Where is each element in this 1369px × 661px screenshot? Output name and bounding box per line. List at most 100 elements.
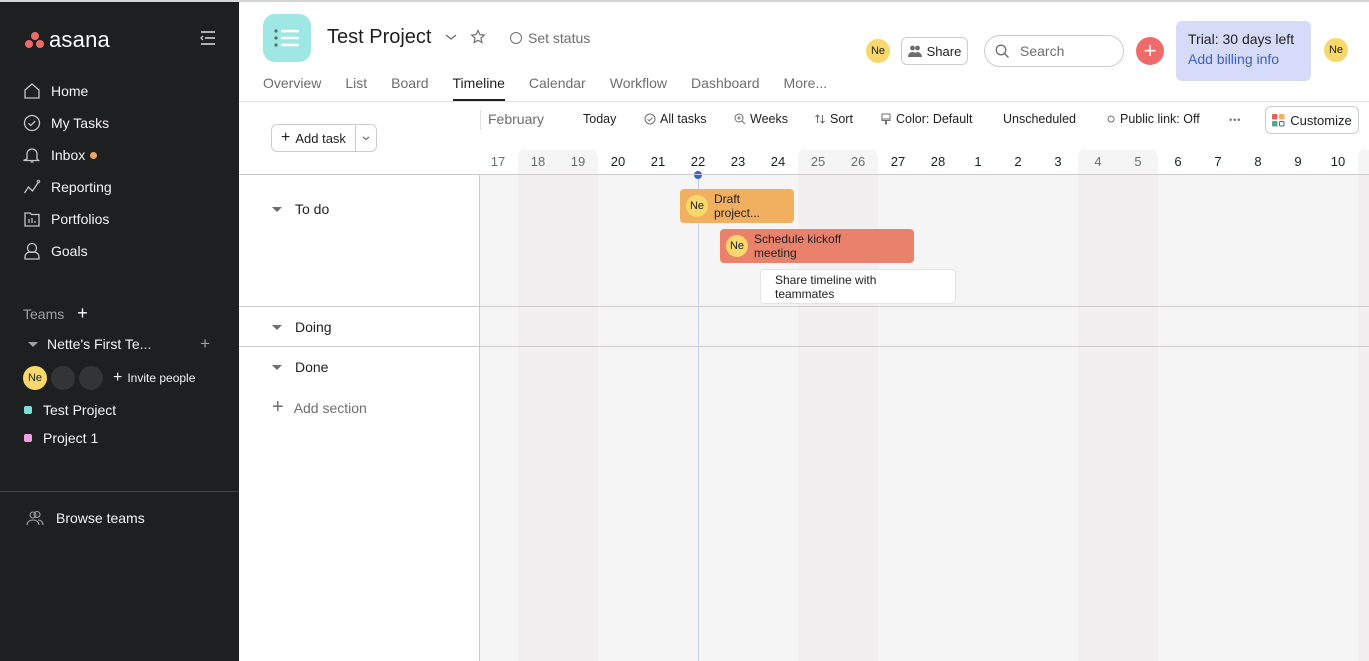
day-label: 27 xyxy=(890,154,906,169)
more-options-icon[interactable]: ••• xyxy=(1229,115,1241,125)
task-name: Schedule kickoff meeting xyxy=(754,232,841,260)
sidebar-project-test-project[interactable]: Test Project xyxy=(24,402,116,418)
trial-banner[interactable]: Trial: 30 days left Add billing info xyxy=(1176,21,1311,81)
sidebar-item-label: Inbox xyxy=(51,147,86,163)
sidebar-item-reporting[interactable]: Reporting xyxy=(0,171,239,203)
day-column: 3 xyxy=(1038,150,1078,661)
collapse-sidebar-icon[interactable] xyxy=(199,30,217,46)
favorite-star-icon[interactable] xyxy=(470,29,486,50)
add-billing-link[interactable]: Add billing info xyxy=(1188,51,1299,67)
team-item[interactable]: Nette's First Te... + xyxy=(28,334,218,354)
collapse-triangle-icon[interactable] xyxy=(28,341,38,347)
header-divider xyxy=(239,101,1369,102)
day-label: 20 xyxy=(610,154,626,169)
avatar-placeholder xyxy=(79,366,103,390)
customize-button[interactable]: Customize xyxy=(1265,106,1359,134)
day-column-body xyxy=(1278,175,1318,661)
timeline-task-bar[interactable]: Ne Schedule kickoff meeting xyxy=(720,229,914,263)
sidebar-item-goals[interactable]: Goals xyxy=(0,235,239,267)
search-input[interactable] xyxy=(1020,43,1110,59)
public-link-button[interactable]: Public link: Off xyxy=(1106,112,1200,126)
add-section-button[interactable]: + Add section xyxy=(272,396,367,419)
assignee-avatar[interactable]: Ne xyxy=(686,195,708,217)
day-column: 27 xyxy=(878,150,918,661)
timeline-task-bar[interactable]: Ne Draft project... xyxy=(680,189,794,223)
tab-more[interactable]: More... xyxy=(784,75,828,101)
add-task-split-button: + Add task xyxy=(271,124,377,152)
day-column-body xyxy=(1318,175,1358,661)
add-team-icon[interactable]: + xyxy=(77,303,88,324)
zoom-weeks-button[interactable]: Weeks xyxy=(734,112,788,126)
day-column-body xyxy=(1038,175,1078,661)
asana-logo[interactable]: asana xyxy=(25,27,110,53)
tab-calendar[interactable]: Calendar xyxy=(529,75,586,101)
quick-add-button[interactable]: + xyxy=(1136,37,1164,65)
add-task-dropdown[interactable] xyxy=(356,125,376,151)
section-title: Done xyxy=(295,359,329,375)
collapse-triangle-icon[interactable] xyxy=(272,364,282,370)
search-box[interactable] xyxy=(984,35,1124,67)
section-done[interactable]: Done xyxy=(272,359,328,375)
today-button[interactable]: Today xyxy=(583,112,616,126)
project-color-icon xyxy=(24,434,32,442)
collapse-triangle-icon[interactable] xyxy=(272,324,282,330)
user-avatar[interactable]: Ne xyxy=(1324,38,1348,62)
timeline-left-divider xyxy=(479,175,480,661)
unscheduled-button[interactable]: Unscheduled xyxy=(1003,112,1076,126)
add-task-button[interactable]: + Add task xyxy=(272,125,356,151)
set-status-label: Set status xyxy=(528,30,591,46)
sidebar-item-home[interactable]: Home xyxy=(0,75,239,107)
tab-list[interactable]: List xyxy=(345,75,367,101)
tab-dashboard[interactable]: Dashboard xyxy=(691,75,760,101)
timeline-task-bar[interactable]: Share timeline with teammates xyxy=(760,269,956,304)
month-separator xyxy=(480,110,481,130)
sidebar-item-label: Reporting xyxy=(51,179,112,195)
plus-icon: + xyxy=(1143,38,1157,63)
color-button[interactable]: Color: Default xyxy=(880,112,972,126)
project-tabs: Overview List Board Timeline Calendar Wo… xyxy=(263,75,851,101)
share-label: Share xyxy=(926,43,962,59)
project-member-avatar[interactable]: Ne xyxy=(866,39,890,63)
zoom-icon xyxy=(734,113,746,125)
sidebar-item-inbox[interactable]: Inbox xyxy=(0,139,239,171)
goals-icon xyxy=(23,242,41,260)
day-column-body xyxy=(480,175,518,661)
task-name-line: teammates xyxy=(775,286,835,301)
tab-overview[interactable]: Overview xyxy=(263,75,321,101)
set-status-button[interactable]: Set status xyxy=(510,30,590,46)
day-label: 9 xyxy=(1294,154,1302,169)
day-label: 6 xyxy=(1174,154,1182,169)
task-name-line: project... xyxy=(714,206,761,220)
sidebar-item-my-tasks[interactable]: My Tasks xyxy=(0,107,239,139)
assignee-avatar[interactable]: Ne xyxy=(726,235,748,257)
avatar[interactable]: Ne xyxy=(23,366,47,390)
status-circle-icon xyxy=(510,32,522,44)
section-to-do[interactable]: To do xyxy=(272,201,329,217)
window-top-border xyxy=(0,0,1369,2)
browse-teams-link[interactable]: Browse teams xyxy=(26,510,145,526)
task-name-line: meeting xyxy=(754,246,797,260)
task-name-line: Schedule kickoff xyxy=(754,232,842,246)
add-task-label: Add task xyxy=(295,130,346,146)
sidebar-item-portfolios[interactable]: Portfolios xyxy=(0,203,239,235)
day-label: 8 xyxy=(1254,154,1262,169)
add-to-team-icon[interactable]: + xyxy=(200,334,210,354)
add-section-label: Add section xyxy=(293,399,367,416)
share-button[interactable]: Share xyxy=(901,37,968,65)
sidebar-project-project-1[interactable]: Project 1 xyxy=(24,430,98,446)
collapse-triangle-icon[interactable] xyxy=(272,206,282,212)
sidebar-item-label: My Tasks xyxy=(51,115,110,131)
tab-workflow[interactable]: Workflow xyxy=(610,75,667,101)
day-column: 21 xyxy=(638,150,678,661)
day-column-body xyxy=(1078,175,1118,661)
section-doing[interactable]: Doing xyxy=(272,319,332,335)
project-icon[interactable] xyxy=(263,14,311,62)
project-menu-chevron-icon[interactable] xyxy=(444,30,458,49)
all-tasks-filter[interactable]: All tasks xyxy=(644,112,707,126)
day-column: 4 xyxy=(1078,150,1118,661)
invite-people-button[interactable]: + Invite people xyxy=(113,369,195,387)
timeline-grid[interactable]: 1718192021222324252627281234567891011 xyxy=(480,150,1369,661)
sort-button[interactable]: Sort xyxy=(814,112,853,126)
tab-board[interactable]: Board xyxy=(391,75,428,101)
tab-timeline[interactable]: Timeline xyxy=(452,75,506,101)
